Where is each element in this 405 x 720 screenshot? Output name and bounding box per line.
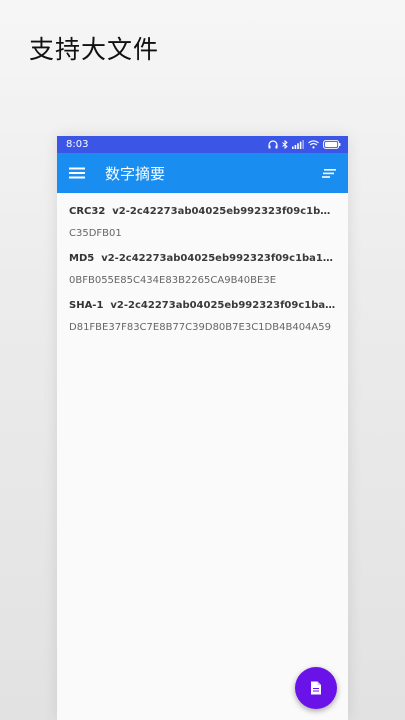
hash-algorithm: SHA-1 (69, 300, 104, 311)
sort-button[interactable] (320, 166, 336, 180)
hash-algorithm: CRC32 (69, 206, 106, 217)
headset-icon (268, 140, 278, 149)
signal-icon (292, 140, 304, 149)
status-icons (268, 140, 341, 149)
status-bar: 8:03 (57, 136, 348, 153)
menu-button[interactable] (69, 166, 85, 180)
hash-value: 0BFB055E85C434E83B2265CA9B40BE3E (69, 275, 277, 286)
app-bar: 数字摘要 (57, 153, 348, 193)
phone-screen: 8:03 数字摘要 CRC32 v2-2c42273ab04025eb99232… (57, 136, 348, 720)
list-item-crc32[interactable]: CRC32 v2-2c42273ab04025eb992323f09c1ba17… (69, 205, 336, 240)
menu-icon (69, 167, 85, 179)
open-file-fab[interactable] (295, 667, 337, 709)
bluetooth-icon (282, 140, 288, 149)
hash-value: D81FBE37F83C7E8B77C39D80B7E3C1DB4B404A59 (69, 322, 331, 333)
battery-icon (323, 140, 341, 149)
file-name: v2-2c42273ab04025eb992323f09c1ba17c_hd.w… (110, 300, 336, 311)
hash-title: CRC32 v2-2c42273ab04025eb992323f09c1ba17… (69, 205, 336, 219)
hash-title: SHA-1 v2-2c42273ab04025eb992323f09c1ba17… (69, 299, 336, 313)
sort-icon (322, 168, 336, 178)
file-name: v2-2c42273ab04025eb992323f09c1ba17c_hd.w… (112, 206, 336, 217)
list-item-sha1[interactable]: SHA-1 v2-2c42273ab04025eb992323f09c1ba17… (69, 299, 336, 334)
wifi-icon (308, 140, 319, 149)
hash-title: MD5 v2-2c42273ab04025eb992323f09c1ba17c_… (69, 252, 336, 266)
file-icon (311, 681, 321, 695)
status-time: 8:03 (66, 139, 89, 150)
hash-value: C35DFB01 (69, 228, 122, 239)
app-title: 数字摘要 (105, 164, 166, 183)
promo-caption: 支持大文件 (29, 35, 160, 64)
file-name: v2-2c42273ab04025eb992323f09c1ba17c_hd.w… (101, 253, 336, 264)
hash-algorithm: MD5 (69, 253, 95, 264)
hash-list: CRC32 v2-2c42273ab04025eb992323f09c1ba17… (57, 193, 348, 334)
list-item-md5[interactable]: MD5 v2-2c42273ab04025eb992323f09c1ba17c_… (69, 252, 336, 287)
